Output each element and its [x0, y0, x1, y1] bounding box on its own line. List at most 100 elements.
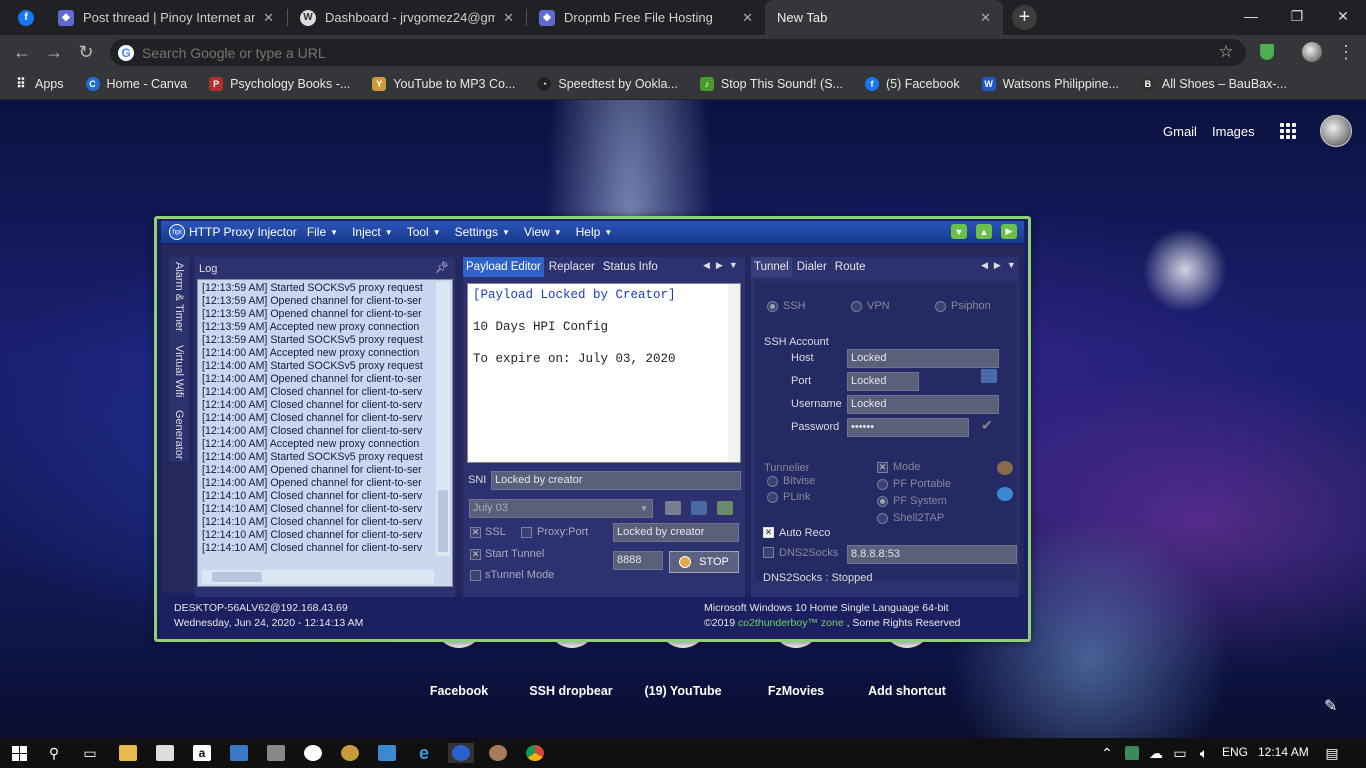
payload-editor[interactable]: [Payload Locked by Creator] 10 Days HPI …: [467, 283, 741, 463]
tab-replacer[interactable]: Replacer: [546, 257, 598, 277]
close-right-icon[interactable]: ▶: [1001, 224, 1017, 239]
edge-icon[interactable]: e: [414, 743, 434, 763]
extension-shield-icon[interactable]: [1255, 40, 1279, 64]
check-icon[interactable]: ✔: [981, 417, 993, 434]
save-icon[interactable]: [691, 501, 707, 515]
app-v-icon[interactable]: [377, 743, 397, 763]
bookmark-youtube-mp3[interactable]: Y YouTube to MP3 Co...: [372, 77, 515, 91]
dns2socks-checkbox[interactable]: [763, 547, 774, 558]
chrome-icon[interactable]: [525, 743, 545, 763]
cloud-icon[interactable]: ☁: [1146, 743, 1166, 763]
file-explorer-icon[interactable]: [118, 743, 138, 763]
tab-dashboard[interactable]: W Dashboard - jrvgomez24@gmail ✕: [288, 0, 526, 35]
close-window-button[interactable]: ✕: [1320, 0, 1366, 32]
psiphon-radio[interactable]: [935, 301, 946, 312]
tab-scroll-arrows-icon[interactable]: ◀▶▼: [981, 260, 1022, 271]
amazon-icon[interactable]: a: [192, 743, 212, 763]
omnibox[interactable]: G: [110, 39, 1246, 66]
game-icon[interactable]: [340, 743, 360, 763]
battery-icon[interactable]: ▭: [1170, 743, 1190, 763]
scroll-thumb[interactable]: [212, 572, 262, 582]
app-icon[interactable]: [488, 743, 508, 763]
connect-icon[interactable]: [266, 743, 286, 763]
username-field[interactable]: Locked: [847, 395, 999, 414]
tab-dropmb[interactable]: ◆ Dropmb Free File Hosting ✕: [527, 0, 765, 35]
refresh-icon[interactable]: [997, 487, 1013, 501]
shortcut-fzmovies[interactable]: FzMovies: [741, 684, 851, 698]
bookmark-speedtest[interactable]: ◔ Speedtest by Ookla...: [537, 77, 678, 91]
restore-up-icon[interactable]: ▲: [976, 224, 992, 239]
gmail-link[interactable]: Gmail: [1163, 124, 1197, 139]
shortcut-youtube[interactable]: (19) YouTube: [628, 684, 738, 698]
notification-icon[interactable]: ▤: [1322, 743, 1342, 763]
pin-icon[interactable]: 📌︎: [435, 261, 449, 274]
images-link[interactable]: Images: [1212, 124, 1255, 139]
bookmark-apps[interactable]: ⠿ Apps: [14, 76, 63, 91]
media-player-icon[interactable]: [303, 743, 323, 763]
delete-icon[interactable]: [665, 501, 681, 515]
restore-button[interactable]: ❐: [1274, 0, 1320, 32]
menu-dots-icon[interactable]: ⋮: [1334, 40, 1358, 64]
forward-arrow-icon[interactable]: →: [42, 40, 66, 64]
proxy-field[interactable]: Locked by creator: [613, 523, 739, 542]
password-field[interactable]: ••••••: [847, 418, 969, 437]
windows-start-icon[interactable]: [9, 743, 29, 763]
local-port-field[interactable]: 8888: [613, 551, 663, 570]
bookmark-facebook[interactable]: f (5) Facebook: [864, 77, 960, 91]
bookmark-psychology-books[interactable]: P Psychology Books -...: [209, 77, 350, 91]
volume-icon[interactable]: 🔈︎: [1194, 743, 1214, 763]
proxy-port-checkbox[interactable]: [521, 527, 532, 538]
save-icon[interactable]: [981, 369, 997, 383]
plink-radio[interactable]: [767, 492, 778, 503]
close-icon[interactable]: ✕: [263, 10, 274, 26]
log-vertical-scrollbar[interactable]: [436, 282, 450, 556]
close-icon[interactable]: ✕: [980, 10, 991, 26]
clock[interactable]: 12:14 AM: [1258, 745, 1309, 759]
profile-avatar[interactable]: [1300, 40, 1324, 64]
language-indicator[interactable]: ENG: [1222, 745, 1248, 759]
payload-scrollbar[interactable]: [728, 284, 740, 462]
mail-icon[interactable]: [229, 743, 249, 763]
tab-tunnel[interactable]: Tunnel: [751, 257, 792, 277]
search-icon[interactable]: ⚲: [44, 743, 64, 763]
menu-settings[interactable]: Settings ▼: [455, 225, 510, 239]
hpi-taskbar-icon[interactable]: [448, 743, 474, 763]
gear-icon[interactable]: [997, 461, 1013, 475]
date-select[interactable]: July 03 ▼: [469, 499, 653, 518]
tab-new-tab[interactable]: New Tab ✕: [765, 0, 1003, 35]
menu-file[interactable]: File ▼: [307, 225, 338, 239]
chevron-up-icon[interactable]: ⌃: [1097, 743, 1117, 763]
star-icon[interactable]: ☆: [1214, 40, 1238, 64]
vtab-virtual-wifi[interactable]: Virtual Wifi: [169, 339, 189, 403]
minimize-down-icon[interactable]: ▼: [951, 224, 967, 239]
vpn-radio[interactable]: [851, 301, 862, 312]
shortcut-ssh-dropbear[interactable]: SSH dropbear: [516, 684, 626, 698]
bookmark-watsons[interactable]: W Watsons Philippine...: [981, 77, 1119, 91]
basket-icon[interactable]: [717, 501, 733, 515]
start-tunnel-checkbox[interactable]: ✕: [470, 549, 481, 560]
menu-tool[interactable]: Tool ▼: [407, 225, 441, 239]
vtab-generator[interactable]: Generator: [169, 407, 189, 463]
reload-icon[interactable]: ↻: [74, 40, 98, 64]
bookmark-baubax[interactable]: B All Shoes – BauBax-...: [1140, 77, 1287, 91]
google-apps-icon[interactable]: [1280, 123, 1296, 139]
pf-portable-radio[interactable]: [877, 479, 888, 490]
tab-dialer[interactable]: Dialer: [794, 257, 830, 277]
vtab-alarm-timer[interactable]: Alarm & Timer: [169, 261, 189, 333]
log-horizontal-scrollbar[interactable]: [202, 570, 434, 584]
tab-post-thread[interactable]: ◆ Post thread | Pinoy Internet and T ✕: [46, 0, 286, 35]
back-arrow-icon[interactable]: ←: [10, 40, 34, 64]
sni-field[interactable]: Locked by creator: [491, 471, 741, 490]
omnibox-input[interactable]: [142, 44, 1042, 61]
author-link[interactable]: co2thunderboy™ zone: [738, 617, 844, 629]
minimize-button[interactable]: —: [1228, 0, 1274, 32]
pf-system-radio[interactable]: [877, 496, 888, 507]
shell2tap-radio[interactable]: [877, 513, 888, 524]
bitvise-radio[interactable]: [767, 476, 778, 487]
port-field[interactable]: Locked: [847, 372, 919, 391]
ssl-checkbox[interactable]: ✕: [470, 527, 481, 538]
stunnel-checkbox[interactable]: [470, 570, 481, 581]
close-icon[interactable]: ✕: [503, 10, 514, 26]
tab-route[interactable]: Route: [832, 257, 869, 277]
menu-help[interactable]: Help ▼: [576, 225, 613, 239]
